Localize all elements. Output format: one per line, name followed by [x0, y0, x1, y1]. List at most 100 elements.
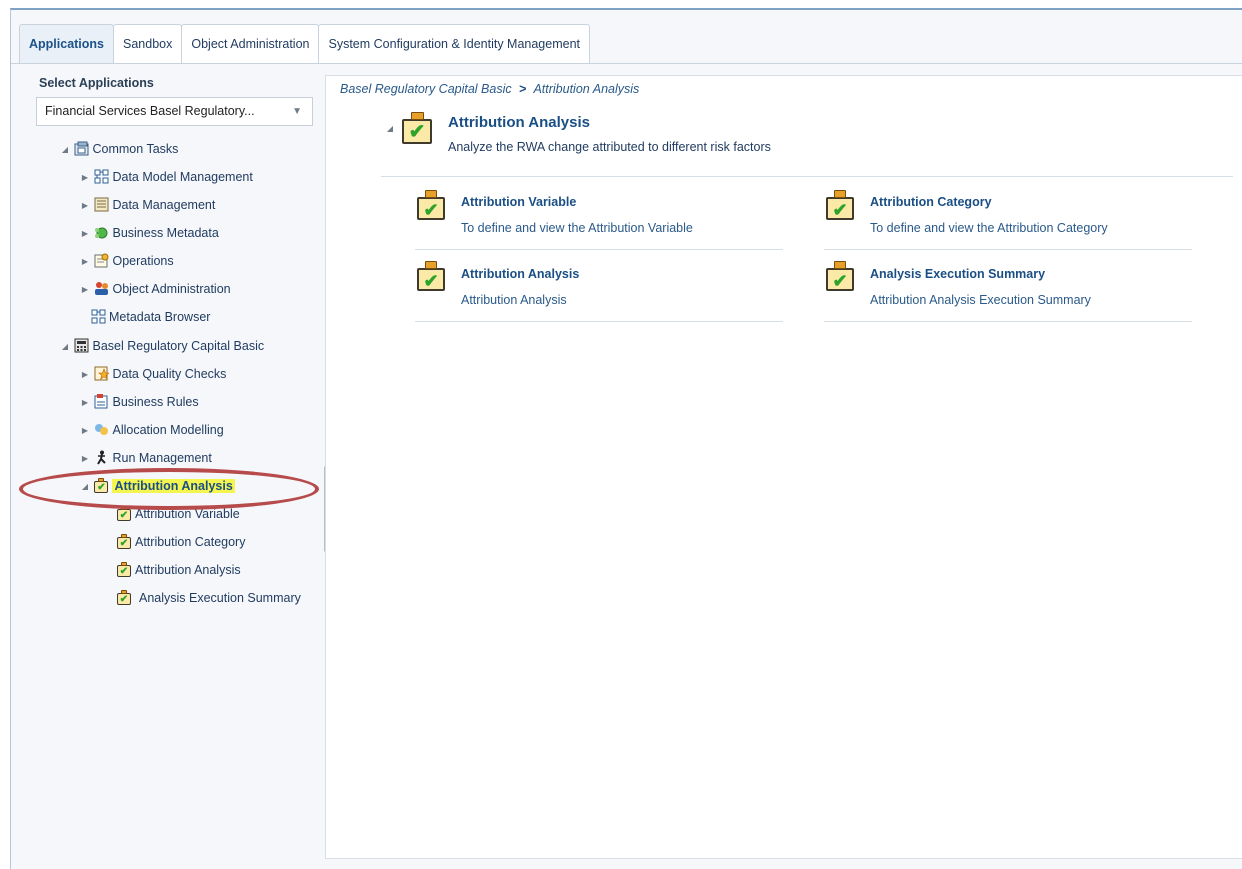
tree-label: Operations — [112, 254, 174, 268]
clipboard-check-icon: ✔ — [417, 261, 445, 291]
data-management-icon — [94, 197, 109, 212]
expand-icon[interactable]: ▶ — [79, 279, 91, 301]
application-select-value: Financial Services Basel Regulatory... — [45, 104, 255, 118]
card-description: Attribution Analysis Execution Summary — [870, 293, 1091, 307]
tree-label: Basel Regulatory Capital Basic — [92, 339, 265, 353]
breadcrumb-parent[interactable]: Basel Regulatory Capital Basic — [340, 82, 512, 96]
tree-label: Allocation Modelling — [112, 423, 224, 437]
tree-label: Data Quality Checks — [112, 367, 227, 381]
clipboard-check-icon: ✔ — [117, 506, 131, 521]
collapse-icon[interactable]: ◢ — [59, 139, 71, 161]
tab-applications[interactable]: Applications — [19, 24, 115, 64]
card-description: To define and view the Attribution Varia… — [461, 221, 693, 235]
top-tabs: Applications Sandbox Object Administrati… — [19, 24, 591, 64]
tree-item-data-management[interactable]: ▶ Data Management — [79, 194, 215, 216]
tree-label: Object Administration — [112, 282, 231, 296]
tree-label: Data Management — [112, 198, 216, 212]
card-description: Attribution Analysis — [461, 293, 567, 307]
clipboard-check-icon: ✔ — [117, 590, 131, 605]
tree-item-basel-regulatory-capital-basic[interactable]: ◢ Basel Regulatory Capital Basic — [59, 335, 264, 357]
card-title[interactable]: Analysis Execution Summary — [870, 267, 1045, 281]
card-attribution-variable[interactable]: ✔ Attribution Variable To define and vie… — [415, 178, 783, 250]
collapse-icon[interactable]: ◢ — [79, 476, 91, 498]
tab-sandbox[interactable]: Sandbox — [113, 24, 183, 64]
tree-label: Attribution Variable — [135, 507, 240, 521]
header-divider — [381, 176, 1233, 177]
card-divider — [415, 321, 783, 322]
tree-label: Business Metadata — [112, 226, 219, 240]
expand-icon[interactable]: ▶ — [79, 364, 91, 386]
expand-icon[interactable]: ▶ — [79, 420, 91, 442]
card-title[interactable]: Attribution Analysis — [461, 267, 579, 281]
clipboard-check-icon: ✔ — [826, 261, 854, 291]
tree-item-business-rules[interactable]: ▶ Business Rules — [79, 391, 199, 413]
collapse-icon[interactable]: ◢ — [384, 124, 396, 133]
run-management-icon — [94, 450, 109, 465]
tree-item-allocation-modelling[interactable]: ▶ Allocation Modelling — [79, 419, 224, 441]
common-tasks-icon — [74, 141, 89, 156]
allocation-modelling-icon — [94, 422, 109, 437]
tree-item-data-quality-checks[interactable]: ▶ Data Quality Checks — [79, 363, 226, 385]
tree-item-attribution-category[interactable]: ✔ Attribution Category — [117, 531, 245, 553]
tab-object-administration[interactable]: Object Administration — [181, 24, 320, 64]
tree-label: Analysis Execution Summary — [139, 591, 301, 605]
tree-item-object-administration[interactable]: ▶ Object Administration — [79, 278, 231, 300]
card-attribution-category[interactable]: ✔ Attribution Category To define and vie… — [824, 178, 1192, 250]
tree-label: Metadata Browser — [109, 310, 211, 324]
expand-icon[interactable]: ▶ — [79, 167, 91, 189]
business-metadata-icon — [94, 225, 109, 240]
collapse-icon[interactable]: ◢ — [59, 336, 71, 358]
tree-item-business-metadata[interactable]: ▶ Business Metadata — [79, 222, 219, 244]
card-attribution-analysis[interactable]: ✔ Attribution Analysis Attribution Analy… — [415, 250, 783, 322]
tree-item-attribution-analysis[interactable]: ◢ ✔ Attribution Analysis — [79, 475, 235, 497]
tree-label: Run Management — [112, 451, 212, 465]
card-title[interactable]: Attribution Category — [870, 195, 992, 209]
tree-item-data-model-management[interactable]: ▶ Data Model Management — [79, 166, 253, 188]
section-title: Attribution Analysis — [448, 114, 590, 131]
card-divider — [824, 321, 1192, 322]
clipboard-check-icon: ✔ — [402, 112, 434, 144]
select-applications-label: Select Applications — [39, 76, 154, 90]
expand-icon[interactable]: ▶ — [79, 195, 91, 217]
dropdown-arrow-icon[interactable]: ▼ — [292, 98, 302, 125]
clipboard-check-icon: ✔ — [117, 562, 131, 577]
breadcrumb-current: Attribution Analysis — [533, 82, 640, 96]
tree-label: Attribution Analysis — [135, 563, 241, 577]
tree-label-selected: Attribution Analysis — [112, 479, 235, 493]
breadcrumb-separator: > — [519, 82, 527, 96]
operations-icon — [94, 253, 109, 268]
expand-icon[interactable]: ▶ — [79, 448, 91, 470]
clipboard-check-icon: ✔ — [94, 478, 109, 493]
tree-item-metadata-browser[interactable]: Metadata Browser — [91, 306, 210, 328]
calculator-icon — [74, 338, 89, 353]
app-frame: Applications Sandbox Object Administrati… — [10, 8, 1242, 869]
tree-item-attribution-analysis-child[interactable]: ✔ Attribution Analysis — [117, 559, 241, 581]
left-panel: Select Applications Financial Services B… — [11, 64, 323, 869]
clipboard-check-icon: ✔ — [417, 190, 445, 220]
expand-icon[interactable]: ▶ — [79, 223, 91, 245]
object-administration-icon — [94, 281, 109, 296]
data-model-icon — [94, 169, 109, 184]
tree-label: Business Rules — [112, 395, 199, 409]
section-description: Analyze the RWA change attributed to dif… — [448, 140, 771, 154]
application-select[interactable]: Financial Services Basel Regulatory... ▼ — [36, 97, 313, 126]
expand-icon[interactable]: ▶ — [79, 392, 91, 414]
clipboard-check-icon: ✔ — [826, 190, 854, 220]
metadata-browser-icon — [91, 309, 106, 324]
tree-item-operations[interactable]: ▶ Operations — [79, 250, 174, 272]
clipboard-check-icon: ✔ — [117, 534, 131, 549]
expand-icon[interactable]: ▶ — [79, 251, 91, 273]
tree-item-attribution-variable[interactable]: ✔ Attribution Variable — [117, 503, 240, 525]
tree-label: Data Model Management — [112, 170, 253, 184]
card-title[interactable]: Attribution Variable — [461, 195, 576, 209]
breadcrumb: Basel Regulatory Capital Basic > Attribu… — [340, 82, 639, 96]
tree-item-common-tasks[interactable]: ◢ Common Tasks — [59, 138, 178, 160]
data-quality-icon — [94, 366, 111, 381]
tree-item-analysis-execution-summary[interactable]: ✔ Analysis Execution Summary — [117, 587, 301, 609]
tab-system-configuration[interactable]: System Configuration & Identity Manageme… — [318, 24, 591, 64]
tree-label: Attribution Category — [135, 535, 246, 549]
tree-item-run-management[interactable]: ▶ Run Management — [79, 447, 212, 469]
content-panel: Basel Regulatory Capital Basic > Attribu… — [325, 75, 1242, 859]
business-rules-icon — [94, 394, 109, 409]
card-analysis-execution-summary[interactable]: ✔ Analysis Execution Summary Attribution… — [824, 250, 1192, 322]
